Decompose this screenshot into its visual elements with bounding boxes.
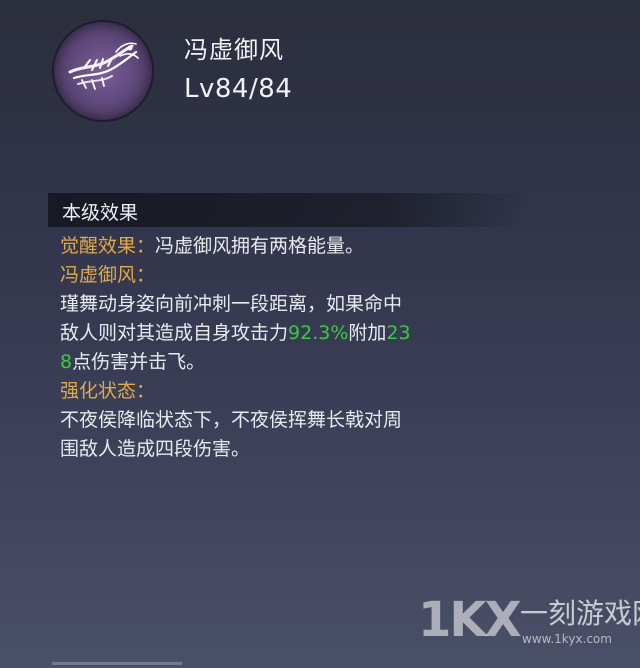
enhanced-line-1: 不夜侯降临状态下，不夜侯挥舞长戟对周 (60, 406, 530, 435)
watermark-logo: 1KX (418, 592, 522, 648)
skill-effect-mid: 附加 (348, 322, 387, 344)
watermark-url: www.1kyx.com (522, 632, 612, 646)
skill-label-line: 冯虚御风： (60, 261, 530, 290)
skill-icon[interactable] (54, 22, 152, 120)
skill-effect-label: 冯虚御风： (60, 264, 156, 286)
enhanced-text-2: 围敌人造成四段伤害。 (60, 438, 251, 460)
skill-level: Lv84/84 (184, 74, 293, 104)
skill-effect-text-2: 敌人则对其造成自身攻击力 (60, 322, 289, 344)
watermark: 1KX 一刻游戏网 www.1kyx.com (418, 588, 640, 654)
scroll-indicator (52, 662, 182, 665)
awaken-line: 觉醒效果：冯虚御风拥有两格能量。 (60, 232, 530, 261)
enhanced-text-1: 不夜侯降临状态下，不夜侯挥舞长戟对周 (60, 409, 403, 431)
awaken-text: 冯虚御风拥有两格能量。 (155, 235, 365, 257)
enhanced-line-2: 围敌人造成四段伤害。 (60, 435, 530, 464)
bonus-damage-part2: 8 (60, 351, 73, 373)
skill-description: 觉醒效果：冯虚御风拥有两格能量。 冯虚御风： 瑾舞动身姿向前冲刺一段距离，如果命… (60, 232, 530, 464)
skill-effect-text-1: 瑾舞动身姿向前冲刺一段距离，如果命中 (60, 293, 403, 315)
enhanced-label-line: 强化状态： (60, 377, 530, 406)
awaken-label: 觉醒效果： (60, 235, 156, 257)
section-header: 本级效果 (48, 193, 528, 227)
attack-percent: 92.3% (288, 322, 349, 344)
skill-effect-text-3: 点伤害并击飞。 (72, 351, 206, 373)
bonus-damage-part1: 23 (386, 322, 411, 344)
watermark-name: 一刻游戏网 (520, 597, 640, 630)
skill-name: 冯虚御风 (184, 36, 284, 64)
enhanced-label: 强化状态： (60, 380, 156, 402)
skill-effect-line-2: 敌人则对其造成自身攻击力92.3%附加23 (60, 319, 530, 348)
wind-dragon-icon (68, 42, 139, 90)
skill-effect-line-3: 8点伤害并击飞。 (60, 348, 530, 377)
skill-effect-line-1: 瑾舞动身姿向前冲刺一段距离，如果命中 (60, 290, 530, 319)
section-title: 本级效果 (62, 202, 139, 224)
